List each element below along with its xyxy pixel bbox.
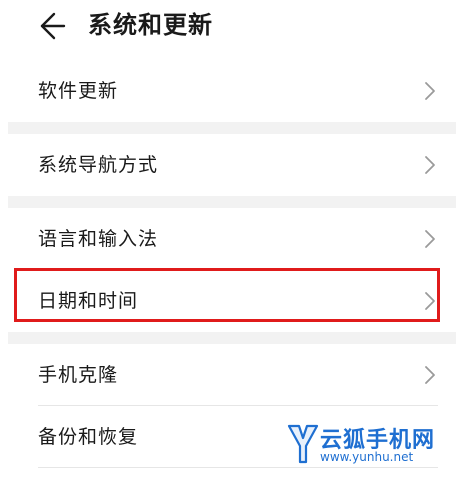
settings-item-system-navigation[interactable]: 系统导航方式 xyxy=(8,134,456,196)
settings-group-language-time: 语言和输入法 日期和时间 xyxy=(8,208,456,332)
settings-item-label: 软件更新 xyxy=(38,80,119,102)
fox-logo-icon xyxy=(287,424,319,464)
group-separator xyxy=(8,196,456,208)
settings-group-update: 软件更新 xyxy=(8,60,456,122)
watermark: 云狐手机网 www.yunhu.net xyxy=(286,420,446,470)
group-separator xyxy=(8,122,456,134)
watermark-url: www.yunhu.net xyxy=(320,450,414,464)
settings-item-date-time[interactable]: 日期和时间 xyxy=(8,270,456,332)
settings-item-label: 日期和时间 xyxy=(38,290,139,312)
arrow-left-icon xyxy=(40,12,66,40)
group-separator xyxy=(8,332,456,344)
settings-item-language-input[interactable]: 语言和输入法 xyxy=(8,208,456,270)
chevron-right-icon xyxy=(425,292,435,310)
chevron-right-icon xyxy=(425,156,435,174)
settings-group-navigation: 系统导航方式 xyxy=(8,134,456,196)
chevron-right-icon xyxy=(425,82,435,100)
settings-item-phone-clone[interactable]: 手机克隆 xyxy=(8,344,456,406)
page-title: 系统和更新 xyxy=(88,11,213,39)
back-button[interactable] xyxy=(32,12,68,40)
settings-item-label: 系统导航方式 xyxy=(38,154,159,176)
settings-item-label: 语言和输入法 xyxy=(38,228,159,250)
app-header: 系统和更新 xyxy=(0,0,460,52)
settings-item-label: 备份和恢复 xyxy=(38,426,139,448)
settings-item-label: 手机克隆 xyxy=(38,364,119,386)
chevron-right-icon xyxy=(425,230,435,248)
settings-item-software-update[interactable]: 软件更新 xyxy=(8,60,456,122)
chevron-right-icon xyxy=(425,366,435,384)
